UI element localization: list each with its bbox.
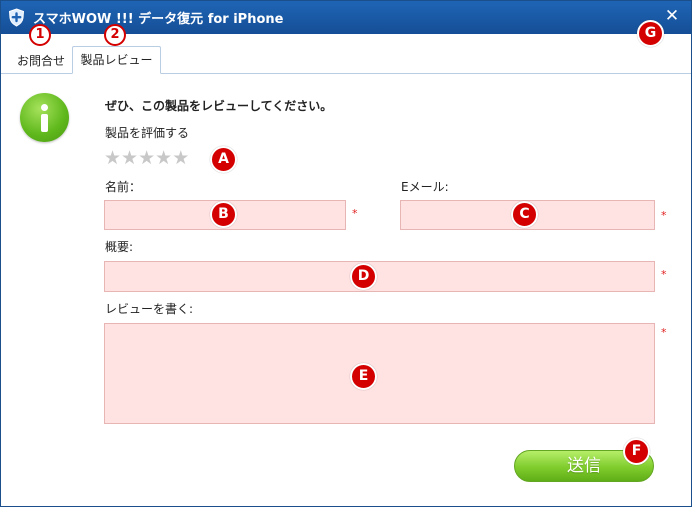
review-textarea[interactable] — [104, 323, 655, 424]
callout-e-badge: E — [350, 363, 377, 390]
tab-contact[interactable]: お問合せ — [9, 48, 73, 74]
name-label: 名前： — [105, 180, 142, 194]
callout-2-badge: 2 — [104, 24, 126, 46]
close-icon: ✕ — [664, 6, 680, 26]
star-icon[interactable]: ★ — [121, 148, 138, 168]
review-heading: ぜひ、この製品をレビューしてください。 — [105, 99, 333, 113]
window-title: スマホWOW !!! データ復元 for iPhone — [33, 12, 284, 27]
star-icon[interactable]: ★ — [138, 148, 155, 168]
review-required-mark: * — [661, 326, 667, 339]
email-label: Eメール: — [401, 180, 449, 194]
callout-d-badge: D — [350, 263, 377, 290]
callout-a-badge: A — [210, 146, 237, 173]
callout-c-badge: C — [511, 201, 538, 228]
rating-label: 製品を評価する — [105, 126, 190, 140]
name-required-mark: * — [352, 207, 358, 220]
summary-required-mark: * — [661, 268, 667, 281]
star-rating[interactable]: ★★★★★ — [104, 148, 189, 168]
star-icon[interactable]: ★ — [155, 148, 172, 168]
review-label: レビューを書く: — [105, 302, 194, 316]
star-icon[interactable]: ★ — [104, 148, 121, 168]
email-required-mark: * — [661, 209, 667, 222]
info-icon — [20, 93, 69, 142]
star-icon[interactable]: ★ — [172, 148, 189, 168]
callout-g-badge: G — [637, 20, 664, 47]
close-button[interactable]: ✕ — [661, 5, 683, 27]
callout-b-badge: B — [210, 201, 237, 228]
callout-1-badge: 1 — [29, 24, 51, 46]
tab-product-review[interactable]: 製品レビュー — [72, 46, 161, 74]
app-window: スマホWOW !!! データ復元 for iPhone ✕ お問合せ 製品レビュ… — [0, 0, 692, 507]
callout-f-badge: F — [623, 438, 650, 465]
summary-input[interactable] — [104, 261, 655, 292]
summary-label: 概要: — [105, 240, 134, 254]
shield-plus-icon — [8, 8, 25, 27]
